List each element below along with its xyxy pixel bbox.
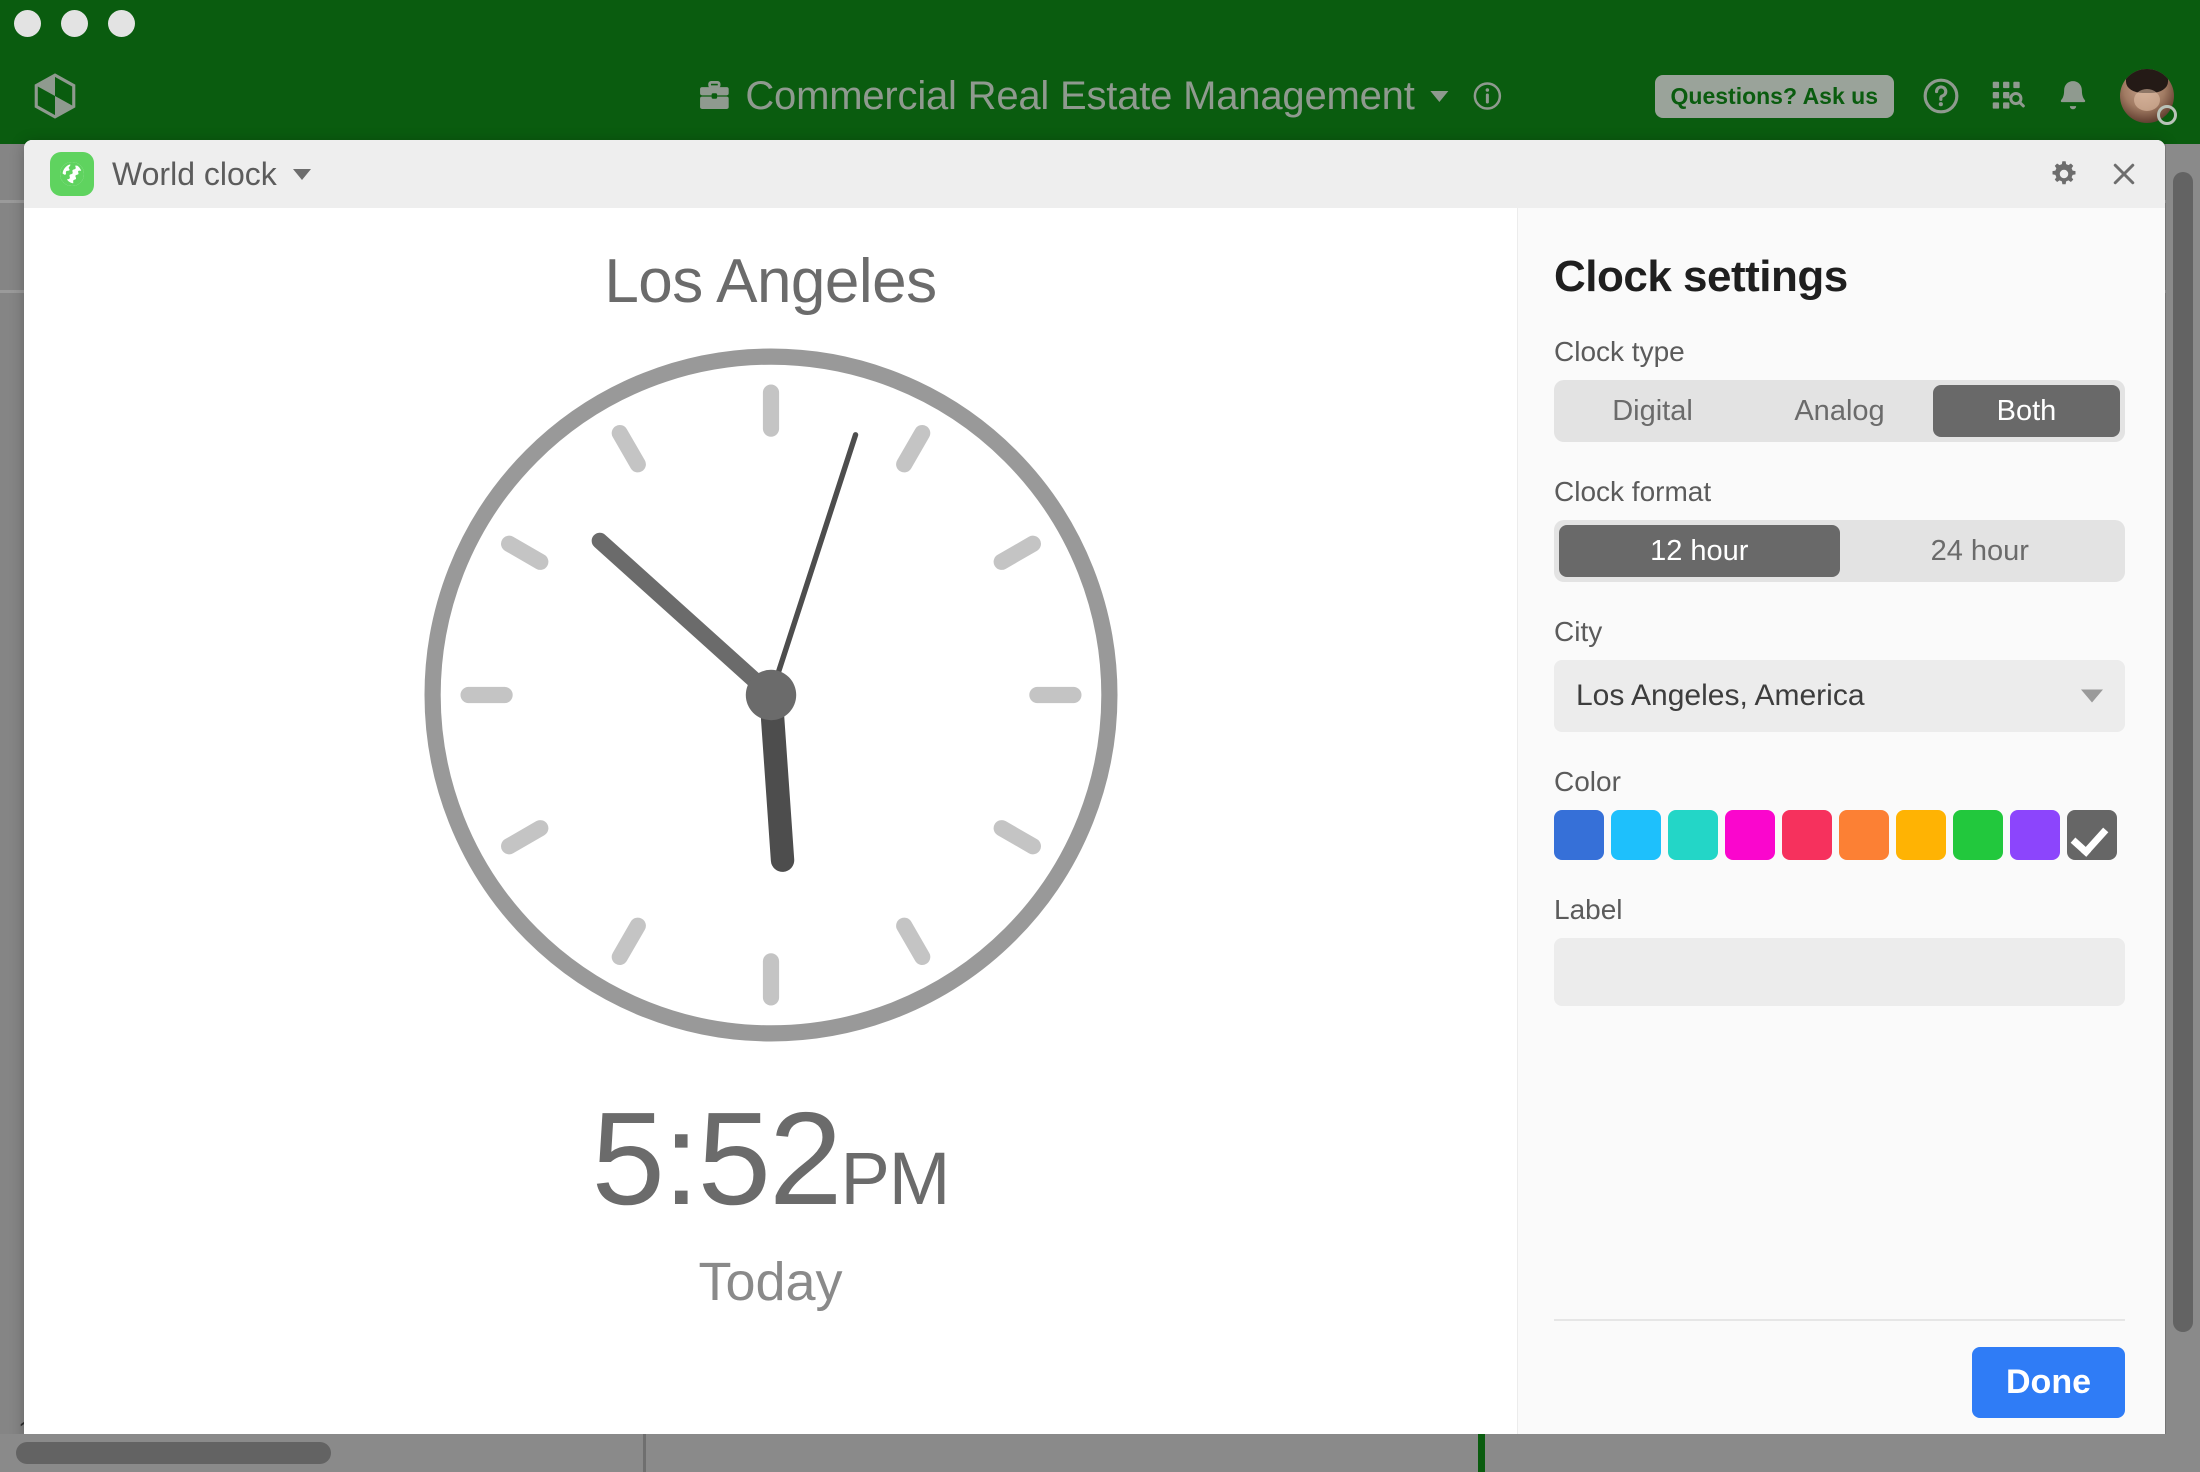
vertical-scrollbar[interactable] bbox=[2166, 144, 2200, 1434]
window-header: World clock bbox=[24, 140, 2165, 208]
digital-time-value: 5:52 bbox=[591, 1085, 843, 1232]
color-swatch-8[interactable] bbox=[2010, 810, 2060, 860]
color-swatch-5[interactable] bbox=[1839, 810, 1889, 860]
chevron-down-icon[interactable] bbox=[1430, 90, 1449, 102]
clock-type-option-digital[interactable]: Digital bbox=[1559, 385, 1746, 437]
window-title: World clock bbox=[112, 155, 277, 192]
scrollbar-divider bbox=[643, 1434, 646, 1472]
globe-icon bbox=[50, 152, 94, 196]
close-icon[interactable] bbox=[2109, 159, 2139, 189]
color-swatch-2[interactable] bbox=[1668, 810, 1718, 860]
color-swatch-3[interactable] bbox=[1725, 810, 1775, 860]
globe-glyph bbox=[60, 162, 84, 186]
analog-clock bbox=[411, 335, 1131, 1055]
info-icon[interactable] bbox=[1473, 81, 1503, 111]
topbar-actions: Questions? Ask us bbox=[1654, 69, 2177, 125]
page-title: Commercial Real Estate Management bbox=[745, 73, 1415, 118]
clock-type-option-both[interactable]: Both bbox=[1933, 385, 2120, 437]
color-swatch-0[interactable] bbox=[1554, 810, 1604, 860]
window-actions bbox=[2049, 159, 2139, 189]
window-traffic-lights bbox=[14, 10, 135, 37]
clock-day-label: Today bbox=[698, 1252, 843, 1312]
analog-clock-face bbox=[423, 348, 1117, 1042]
briefcase-icon bbox=[700, 81, 729, 109]
clock-type-segmented-control: Digital Analog Both bbox=[1554, 380, 2125, 442]
clock-center-pin bbox=[745, 669, 796, 721]
color-swatch-4[interactable] bbox=[1782, 810, 1832, 860]
bell-icon[interactable] bbox=[2054, 77, 2092, 115]
color-label: Color bbox=[1554, 766, 1621, 797]
clock-format-label: Clock format bbox=[1554, 476, 1712, 507]
digital-time-meridiem: PM bbox=[840, 1137, 950, 1220]
app-logo-icon[interactable] bbox=[30, 71, 80, 121]
chevron-down-icon[interactable] bbox=[292, 168, 311, 180]
scrollbar-marker bbox=[1478, 1434, 1485, 1472]
chevron-down-icon bbox=[2081, 689, 2103, 703]
clock-display-pane: Los Angeles 5:52 PM Today bbox=[24, 208, 1517, 1444]
clock-format-option-12-hour[interactable]: 12 hour bbox=[1559, 525, 1840, 577]
avatar[interactable] bbox=[2120, 69, 2177, 125]
os-titlebar bbox=[0, 0, 2200, 48]
footer-actions: Done bbox=[1554, 1347, 2125, 1418]
color-swatch-row bbox=[1554, 810, 2125, 860]
apps-search-icon[interactable] bbox=[1988, 77, 2026, 115]
done-button[interactable]: Done bbox=[1972, 1347, 2125, 1418]
app-root: Commercial Real Estate Management Questi… bbox=[0, 0, 2200, 1472]
city-select-value: Los Angeles, America bbox=[1576, 679, 1865, 712]
minimize-window-button[interactable] bbox=[61, 10, 88, 37]
color-swatch-6[interactable] bbox=[1896, 810, 1946, 860]
gear-icon[interactable] bbox=[2049, 159, 2079, 189]
color-swatch-7[interactable] bbox=[1953, 810, 2003, 860]
topbar-title-group[interactable]: Commercial Real Estate Management bbox=[697, 74, 1502, 119]
status-badge bbox=[2157, 105, 2177, 125]
clock-type-option-analog[interactable]: Analog bbox=[1746, 385, 1933, 437]
color-swatch-9[interactable] bbox=[2067, 810, 2117, 860]
clock-type-label: Clock type bbox=[1554, 336, 1685, 367]
clock-format-option-24-hour[interactable]: 24 hour bbox=[1840, 525, 2121, 577]
vertical-scrollbar-thumb[interactable] bbox=[2173, 172, 2193, 1332]
label-input[interactable] bbox=[1554, 938, 2125, 1006]
color-swatch-1[interactable] bbox=[1611, 810, 1661, 860]
horizontal-scrollbar[interactable] bbox=[0, 1434, 2200, 1472]
city-select[interactable]: Los Angeles, America bbox=[1554, 660, 2125, 732]
settings-title: Clock settings bbox=[1554, 252, 1848, 301]
close-window-button[interactable] bbox=[14, 10, 41, 37]
clock-format-segmented-control: 12 hour 24 hour bbox=[1554, 520, 2125, 582]
city-label: City bbox=[1554, 616, 1603, 647]
world-clock-window: World clock Los Angeles 5:52 PM Today Cl… bbox=[24, 140, 2165, 1444]
footer-divider bbox=[1554, 1319, 2125, 1321]
digital-clock: 5:52 PM bbox=[591, 1085, 951, 1232]
clock-city-name: Los Angeles bbox=[604, 247, 937, 316]
maximize-window-button[interactable] bbox=[108, 10, 135, 37]
label-field-label: Label bbox=[1554, 894, 1623, 925]
help-icon[interactable] bbox=[1922, 77, 1960, 115]
app-topbar: Commercial Real Estate Management Questi… bbox=[0, 48, 2200, 144]
horizontal-scrollbar-thumb[interactable] bbox=[16, 1442, 331, 1464]
ask-us-button[interactable]: Questions? Ask us bbox=[1654, 74, 1894, 118]
window-body: Los Angeles 5:52 PM Today Clock settings… bbox=[24, 208, 2165, 1444]
clock-settings-pane: Clock settings Clock type Digital Analog… bbox=[1517, 208, 2165, 1444]
settings-footer: Done bbox=[1554, 1319, 2125, 1418]
